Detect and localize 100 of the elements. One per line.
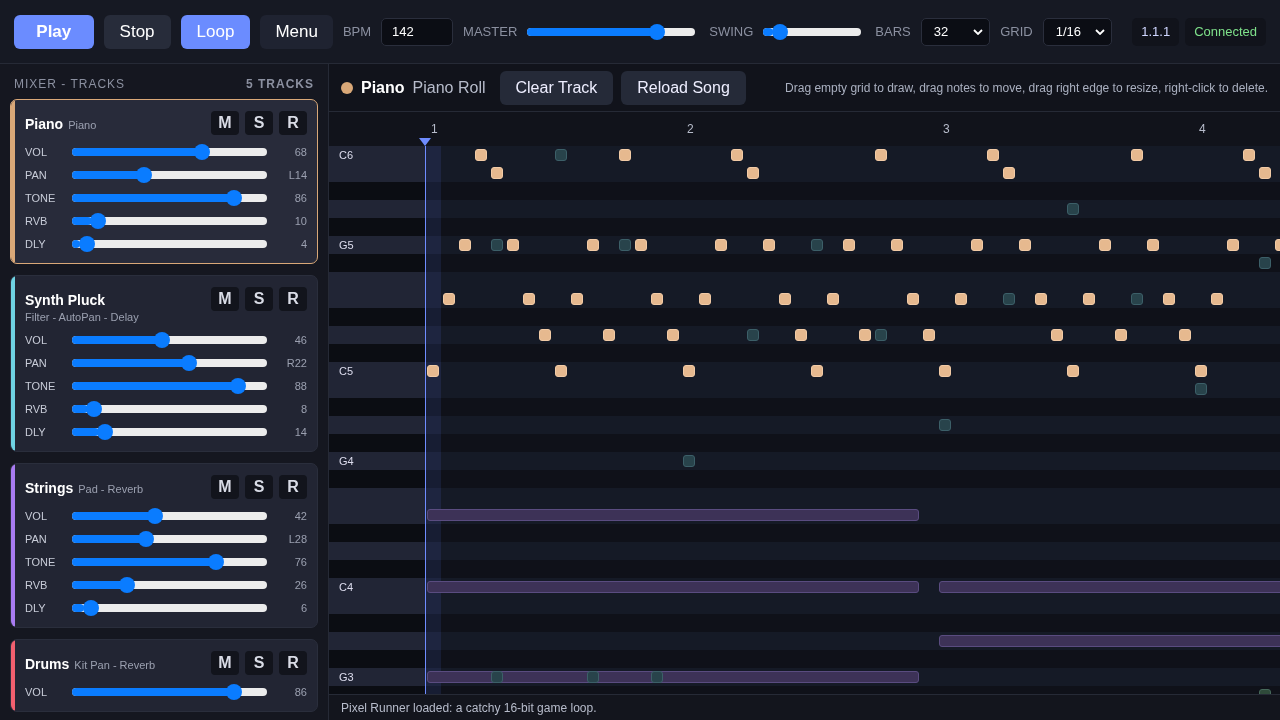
track-name: Strings	[25, 480, 74, 496]
track-toggle-button[interactable]: S	[245, 111, 273, 135]
param-slider[interactable]	[72, 599, 267, 616]
bars-dropdown[interactable]: 32	[920, 17, 991, 46]
roll-button[interactable]: Reload Song	[621, 70, 746, 105]
track-toggle-button[interactable]: R	[279, 651, 307, 675]
chevron-down-icon	[1095, 28, 1106, 35]
track-toggle-button[interactable]: R	[279, 111, 307, 135]
track-name: Synth Pluck	[25, 292, 106, 308]
track-toggle-button[interactable]: M	[211, 111, 239, 135]
track-toggle-button[interactable]: S	[245, 651, 273, 675]
param-value: 86	[293, 685, 307, 698]
param-label: PAN	[25, 356, 48, 369]
param-value: 68	[293, 145, 307, 158]
param-label: VOL	[25, 509, 48, 522]
bar-number: 4	[1199, 122, 1206, 136]
track-card[interactable]: Strings Pad - Reverb M S R VOL 42 PAN L28 TONE 76 RVB 26 DLY 6	[10, 463, 318, 628]
param-value: 10	[293, 214, 307, 227]
param-value: L14	[287, 168, 307, 181]
param-label: TONE	[25, 379, 57, 392]
track-card[interactable]: Drums Kit Pan - Reverb M S R VOL 86	[10, 639, 318, 712]
param-value: 88	[293, 379, 307, 392]
transport-button[interactable]: Stop	[103, 14, 171, 49]
mixer-title: MIXER - TRACKS	[14, 77, 126, 91]
transport-button[interactable]: Menu	[260, 14, 333, 49]
bar-number: 3	[943, 122, 950, 136]
param-slider[interactable]	[72, 143, 267, 160]
track-toggle-button[interactable]: M	[211, 287, 239, 311]
param-slider[interactable]	[72, 400, 267, 417]
param-slider[interactable]	[72, 235, 267, 252]
param-value: 6	[299, 601, 307, 614]
chevron-down-icon	[973, 28, 984, 35]
track-effects: Piano	[68, 119, 97, 131]
param-label: VOL	[25, 145, 48, 158]
param-slider[interactable]	[72, 189, 267, 206]
track-toggle-button[interactable]: S	[245, 287, 273, 311]
param-slider[interactable]	[72, 553, 267, 570]
track-toggle-button[interactable]: S	[245, 475, 273, 499]
playhead-marker-icon	[419, 138, 431, 146]
track-effects: Kit Pan - Reverb	[74, 659, 156, 671]
master-slider[interactable]	[527, 23, 696, 40]
param-label: DLY	[25, 237, 47, 250]
roll-title: Piano Roll	[412, 78, 486, 97]
param-slider[interactable]	[72, 530, 267, 547]
bar-number: 2	[687, 122, 694, 136]
roll-track-name: Piano	[361, 78, 405, 97]
roll-button[interactable]: Clear Track	[499, 70, 614, 105]
bpm-field[interactable]: 142	[381, 17, 454, 46]
param-slider[interactable]	[72, 377, 267, 394]
param-slider[interactable]	[72, 354, 267, 371]
param-value: 8	[299, 402, 307, 415]
bar-number: 1	[431, 122, 438, 136]
param-label: TONE	[25, 555, 57, 568]
param-label: PAN	[25, 168, 48, 181]
param-slider[interactable]	[72, 683, 267, 700]
track-name: Drums	[25, 656, 70, 672]
param-slider[interactable]	[72, 576, 267, 593]
param-value: R22	[285, 356, 307, 369]
connection-status: Connected	[1185, 17, 1266, 46]
param-slider[interactable]	[72, 212, 267, 229]
track-toggle-button[interactable]: M	[211, 475, 239, 499]
grid-dropdown[interactable]: 1/16	[1042, 17, 1113, 46]
param-slider[interactable]	[72, 166, 267, 183]
hint-text: Drag empty grid to draw, drag notes to move, drag right edge to resize, right-click to delete.	[784, 80, 1268, 95]
track-card[interactable]: Synth Pluck Filter - AutoPan - Delay M S R VOL 46 PAN R22 TONE 88 RVB 8 DLY 14	[10, 275, 318, 452]
swing-label: SWING	[709, 24, 754, 39]
position-display: 1.1.1	[1132, 17, 1180, 46]
param-label: RVB	[25, 578, 49, 591]
param-label: RVB	[25, 214, 49, 227]
param-value: 4	[299, 237, 307, 250]
param-slider[interactable]	[72, 423, 267, 440]
track-card[interactable]: Piano Piano M S R VOL 68 PAN L14 TONE 86 RVB 10 DLY 4	[10, 99, 318, 264]
track-toggle-button[interactable]: R	[279, 475, 307, 499]
param-value: 76	[293, 555, 307, 568]
piano-key[interactable]: G4	[329, 452, 425, 470]
piano-key[interactable]: G3	[329, 668, 425, 686]
param-label: TONE	[25, 191, 57, 204]
param-label: DLY	[25, 601, 47, 614]
piano-key[interactable]: G5	[329, 236, 425, 254]
param-label: VOL	[25, 333, 48, 346]
param-value: 46	[293, 333, 307, 346]
track-toggle-button[interactable]: R	[279, 287, 307, 311]
param-value: 42	[293, 509, 307, 522]
swing-slider[interactable]	[763, 23, 862, 40]
track-toggle-button[interactable]: M	[211, 651, 239, 675]
param-label: VOL	[25, 685, 48, 698]
piano-key[interactable]: C5	[329, 362, 425, 380]
param-value: 86	[293, 191, 307, 204]
piano-key[interactable]: C4	[329, 578, 425, 596]
bpm-label: BPM	[342, 24, 372, 39]
param-label: DLY	[25, 425, 47, 438]
param-label: RVB	[25, 402, 49, 415]
bars-label: BARS	[875, 24, 911, 39]
param-value: L28	[287, 532, 307, 545]
master-label: MASTER	[463, 24, 518, 39]
param-slider[interactable]	[72, 331, 267, 348]
track-effects: Pad - Reverb	[78, 483, 144, 495]
param-value: 26	[293, 578, 307, 591]
param-slider[interactable]	[72, 507, 267, 524]
piano-key[interactable]: C6	[329, 146, 425, 164]
